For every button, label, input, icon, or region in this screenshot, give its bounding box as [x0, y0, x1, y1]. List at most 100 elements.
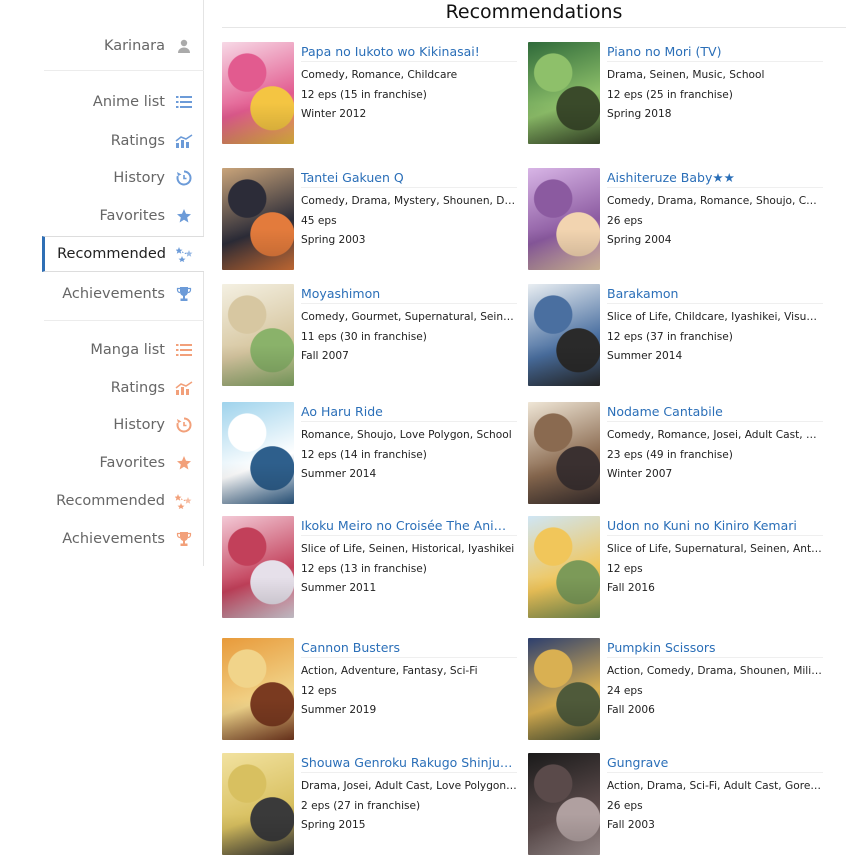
anime-season: Spring 2003 [301, 234, 366, 246]
recommendation-card: Pumpkin Scissors Action, Comedy, Drama, S… [528, 638, 824, 742]
recommendation-card: Aishiteruze Baby★★ Comedy, Drama, Romance… [528, 168, 824, 272]
recommendation-card: Ao Haru Ride Romance, Shoujo, Love Polygo… [222, 402, 518, 506]
sidebar-item-label: Anime list [92, 94, 165, 110]
anime-episodes: 12 eps (37 in franchise) [607, 330, 733, 343]
recommendation-card: Barakamon Slice of Life, Childcare, Iyash… [528, 284, 824, 388]
list-icon [175, 341, 193, 359]
anime-episodes: 12 eps (13 in franchise) [301, 562, 427, 575]
user-icon [175, 37, 193, 55]
anime-episodes: 24 eps [607, 684, 643, 697]
sidebar-divider [44, 320, 204, 321]
trophy-icon [175, 530, 193, 548]
sidebar-item-profile[interactable]: Karinara [43, 28, 203, 64]
anime-poster[interactable] [528, 402, 600, 504]
sidebar-item-manga-list[interactable]: Manga list [43, 332, 203, 368]
anime-episodes: 45 eps [301, 214, 337, 227]
sidebar-item-anime-history[interactable]: History [43, 160, 203, 196]
recommendation-info: Moyashimon Comedy, Gourmet, Supernatural,… [301, 284, 517, 388]
sidebar-item-label: Manga list [90, 342, 165, 358]
sidebar-item-manga-ratings[interactable]: Ratings [43, 370, 203, 406]
anime-title-link[interactable]: Piano no Mori (TV) [607, 42, 823, 62]
sidebar-item-anime-favorites[interactable]: Favorites [43, 198, 203, 234]
anime-title-link[interactable]: Moyashimon [301, 284, 517, 304]
anime-season: Fall 2016 [607, 582, 655, 594]
recommendation-card: Gungrave Action, Drama, Sci-Fi, Adult Cas… [528, 753, 824, 857]
anime-episodes: 26 eps [607, 799, 643, 812]
anime-episodes: 2 eps (27 in franchise) [301, 799, 421, 812]
sidebar-item-label: Ratings [110, 380, 165, 396]
anime-title-link[interactable]: Nodame Cantabile [607, 402, 823, 422]
recommendation-info: Cannon Busters Action, Adventure, Fantasy… [301, 638, 517, 742]
recommendation-info: Nodame Cantabile Comedy, Romance, Josei, … [607, 402, 823, 506]
anime-poster[interactable] [222, 516, 294, 618]
anime-title-link[interactable]: Barakamon [607, 284, 823, 304]
sidebar-item-anime-ratings[interactable]: Ratings [43, 123, 203, 159]
anime-title-link[interactable]: Shouwa Genroku Rakugo Shinjuu... [301, 753, 517, 773]
sidebar-item-manga-favorites[interactable]: Favorites [43, 445, 203, 481]
anime-episodes: 12 eps (25 in franchise) [607, 88, 733, 101]
anime-poster[interactable] [222, 753, 294, 855]
anime-poster[interactable] [222, 638, 294, 740]
anime-season: Fall 2003 [607, 819, 655, 831]
recommendation-info: Ao Haru Ride Romance, Shoujo, Love Polygo… [301, 402, 517, 506]
page-title: Recommendations [222, 0, 846, 28]
anime-title-link[interactable]: Tantei Gakuen Q [301, 168, 517, 188]
anime-poster[interactable] [528, 753, 600, 855]
recommendation-info: Gungrave Action, Drama, Sci-Fi, Adult Cas… [607, 753, 823, 857]
anime-season: Spring 2018 [607, 108, 672, 120]
sidebar-item-label: Favorites [99, 208, 166, 224]
anime-season: Spring 2004 [607, 234, 672, 246]
anime-title-link[interactable]: Pumpkin Scissors [607, 638, 823, 658]
sidebar-item-label: History [113, 417, 165, 433]
anime-poster[interactable] [222, 402, 294, 504]
sidebar-item-manga-achievements[interactable]: Achievements [43, 521, 203, 557]
trophy-icon [175, 285, 193, 303]
anime-genres: Comedy, Romance, Josei, Adult Cast, M... [607, 429, 823, 441]
history-icon [175, 169, 193, 187]
recommendation-card: Piano no Mori (TV) Drama, Seinen, Music, … [528, 42, 824, 146]
sidebar-item-manga-recommended[interactable]: Recommended [43, 483, 203, 519]
sidebar-item-label: History [113, 170, 165, 186]
sidebar-item-label: Achievements [62, 286, 165, 302]
anime-episodes: 23 eps (49 in franchise) [607, 448, 733, 461]
anime-genres: Slice of Life, Childcare, Iyashikei, Vis… [607, 311, 823, 323]
ratings-chart-icon [175, 132, 193, 150]
anime-season: Fall 2007 [301, 350, 349, 362]
anime-poster[interactable] [528, 638, 600, 740]
sidebar-item-anime-recommended[interactable]: Recommended [42, 236, 204, 272]
anime-poster[interactable] [222, 168, 294, 270]
history-icon [175, 416, 193, 434]
recommendation-info: Pumpkin Scissors Action, Comedy, Drama, S… [607, 638, 823, 742]
anime-poster[interactable] [528, 42, 600, 144]
anime-genres: Comedy, Drama, Romance, Shoujo, Chil... [607, 195, 823, 207]
anime-title-link[interactable]: Ao Haru Ride [301, 402, 517, 422]
recommendation-card: Shouwa Genroku Rakugo Shinjuu... Drama, J… [222, 753, 518, 857]
anime-season: Fall 2006 [607, 704, 655, 716]
anime-genres: Action, Adventure, Fantasy, Sci-Fi [301, 665, 478, 677]
anime-title-link[interactable]: Ikoku Meiro no Croisée The Anim... [301, 516, 517, 536]
sidebar-item-anime-list[interactable]: Anime list [43, 84, 203, 120]
anime-title-link[interactable]: Cannon Busters [301, 638, 517, 658]
recommendation-info: Tantei Gakuen Q Comedy, Drama, Mystery, S… [301, 168, 517, 272]
sidebar-item-anime-achievements[interactable]: Achievements [43, 276, 203, 312]
anime-genres: Romance, Shoujo, Love Polygon, School [301, 429, 512, 441]
anime-genres: Drama, Josei, Adult Cast, Love Polygon, … [301, 780, 517, 792]
anime-poster[interactable] [528, 516, 600, 618]
anime-poster[interactable] [222, 42, 294, 144]
anime-title-link[interactable]: Gungrave [607, 753, 823, 773]
star-icon [175, 454, 193, 472]
sidebar-item-manga-history[interactable]: History [43, 407, 203, 443]
anime-title-link[interactable]: Papa no Iukoto wo Kikinasai! [301, 42, 517, 62]
anime-poster[interactable] [222, 284, 294, 386]
recommendation-card: Ikoku Meiro no Croisée The Anim... Slice … [222, 516, 518, 620]
anime-poster[interactable] [528, 284, 600, 386]
anime-season: Summer 2019 [301, 704, 377, 716]
sidebar-divider [44, 70, 204, 71]
sidebar-item-label: Favorites [99, 455, 166, 471]
sidebar: Karinara Anime list Ratings History Favorite… [0, 0, 204, 566]
anime-title-link[interactable]: Udon no Kuni no Kiniro Kemari [607, 516, 823, 536]
anime-episodes: 12 eps (15 in franchise) [301, 88, 427, 101]
anime-poster[interactable] [528, 168, 600, 270]
anime-title-link[interactable]: Aishiteruze Baby★★ [607, 168, 823, 188]
anime-season: Winter 2007 [607, 468, 673, 480]
